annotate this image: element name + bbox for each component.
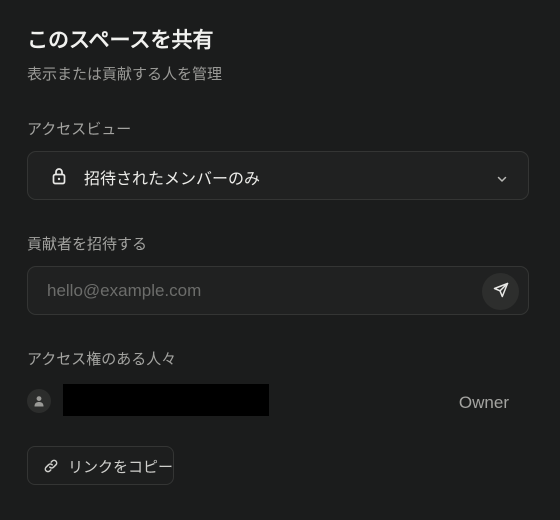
people-with-access-label: アクセス権のある人々 <box>27 350 177 368</box>
access-view-select[interactable]: 招待されたメンバーのみ <box>27 151 529 200</box>
dialog-title: このスペースを共有 <box>27 28 214 52</box>
copy-link-button[interactable]: リンクをコピー <box>27 446 174 485</box>
user-icon <box>33 392 45 411</box>
member-role: Owner <box>458 393 509 412</box>
invite-contributor-label: 貢献者を招待する <box>27 235 148 253</box>
avatar <box>27 389 51 413</box>
link-icon <box>43 458 59 478</box>
access-view-label: アクセスビュー <box>27 120 132 138</box>
dialog-subtitle: 表示または貢献する人を管理 <box>27 65 223 83</box>
access-view-value: 招待されたメンバーのみ <box>84 169 261 188</box>
member-name-redacted <box>63 384 269 416</box>
copy-link-label: リンクをコピー <box>68 458 174 476</box>
send-icon <box>492 281 510 303</box>
member-row: Owner <box>27 384 529 416</box>
lock-icon <box>51 167 67 189</box>
invite-email-input[interactable] <box>28 267 468 314</box>
invite-field <box>27 266 529 315</box>
chevron-down-icon <box>496 170 508 189</box>
send-invite-button[interactable] <box>482 273 519 310</box>
